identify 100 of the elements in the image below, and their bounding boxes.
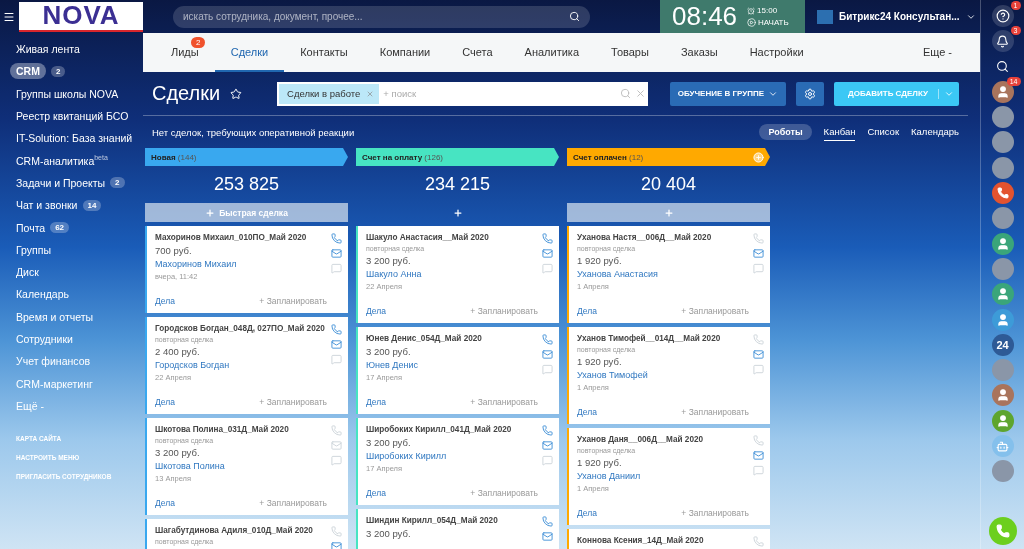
contact-link[interactable]: Махоринов Михаил (155, 259, 327, 269)
phone-icon[interactable] (331, 425, 342, 436)
mail-icon[interactable] (542, 531, 553, 542)
activities-link[interactable]: Дела (366, 306, 386, 316)
mail-icon[interactable] (331, 248, 342, 259)
contact-link[interactable]: Уханова Анастасия (577, 269, 749, 279)
phone-icon[interactable] (753, 435, 764, 446)
contact-link[interactable]: Шакуло Анна (366, 269, 538, 279)
deal-title[interactable]: Широбоких Кирилл_041Д_Май 2020 (366, 425, 538, 434)
photo-avatar[interactable] (991, 106, 1014, 129)
deal-title[interactable]: Шиндин Кирилл_054Д_Май 2020 (366, 516, 538, 525)
phone-icon[interactable] (753, 334, 764, 345)
activities-link[interactable]: Дела (155, 397, 175, 407)
activities-link[interactable]: Дела (155, 296, 175, 306)
photo-avatar[interactable] (991, 131, 1014, 154)
deal-title[interactable]: Махоринов Михаил_010ПО_Май 2020 (155, 233, 327, 242)
crm-tab[interactable]: Сделки (214, 33, 285, 72)
crm-tab[interactable]: Контакты (284, 33, 364, 72)
column-header[interactable]: Счет оплачен (12) (567, 148, 770, 166)
company-logo[interactable]: NOVA (19, 1, 143, 32)
clock-panel[interactable]: 08:46 15:00 НАЧАТЬ (660, 0, 805, 33)
mail-icon[interactable] (331, 440, 342, 451)
phone-icon[interactable] (331, 526, 342, 537)
help-button[interactable] (991, 5, 1014, 27)
phone-icon[interactable] (331, 233, 342, 244)
notifications-button[interactable] (991, 30, 1014, 53)
sidebar-item[interactable]: Время и отчеты (16, 310, 94, 323)
mail-icon[interactable] (542, 248, 553, 259)
phone-icon[interactable] (331, 324, 342, 335)
deal-title[interactable]: Шкотова Полина_031Д_Май 2020 (155, 425, 327, 434)
sidebar-item[interactable]: Живая лента (16, 43, 80, 56)
star-icon[interactable] (230, 86, 243, 101)
filter-field[interactable]: Сделки в работе + поиск (277, 81, 648, 106)
mail-icon[interactable] (331, 339, 342, 350)
mail-icon[interactable] (331, 541, 342, 549)
mail-icon[interactable] (542, 440, 553, 451)
menu-icon[interactable] (3, 10, 15, 23)
filter-chip[interactable]: Сделки в работе (279, 83, 380, 104)
sidebar-item[interactable]: Диск (16, 266, 39, 279)
sidebar-item[interactable]: CRM (10, 63, 46, 80)
deal-title[interactable]: Уханов Даня__006Д__Май 2020 (577, 435, 749, 444)
sidebar-item[interactable]: Реестр квитанций БСО (16, 110, 129, 123)
activities-link[interactable]: Дела (577, 508, 597, 518)
category-button[interactable]: ОБУЧЕНИЕ В ГРУППЕ (669, 81, 787, 106)
close-icon[interactable] (366, 89, 375, 98)
phone-button[interactable] (991, 182, 1014, 205)
search-field[interactable]: искать сотрудника, документ, прочее... (173, 5, 590, 28)
sidebar-item[interactable]: Задачи и Проекты (16, 176, 106, 189)
deal-title[interactable]: Уханова Настя__006Д__Май 2020 (577, 233, 749, 242)
activities-link[interactable]: Дела (577, 306, 597, 316)
deal-card[interactable]: Шиндин Кирилл_054Д_Май 2020 3 200 руб. (356, 509, 559, 549)
activities-link[interactable]: Дела (155, 498, 175, 508)
user-avatar[interactable] (991, 232, 1014, 255)
mail-icon[interactable] (542, 349, 553, 360)
view-tab[interactable]: Список (867, 123, 900, 141)
start-button[interactable]: НАЧАТЬ (747, 18, 789, 27)
crm-tab[interactable]: Заказы (664, 33, 734, 72)
sidebar-item[interactable]: Группы (16, 243, 51, 256)
phone-icon[interactable] (542, 334, 553, 345)
contact-link[interactable]: Уханов Тимофей (577, 370, 749, 380)
crm-tab[interactable]: Настройки (733, 33, 820, 72)
crm-tab[interactable]: Счета (446, 33, 509, 72)
chat-avatar[interactable]: 24 (991, 333, 1014, 356)
phone-icon[interactable] (542, 233, 553, 244)
photo-avatar[interactable] (991, 460, 1014, 483)
photo-avatar[interactable] (991, 156, 1014, 179)
sidebar-item[interactable]: CRM-аналитика$^{beta}$ (16, 154, 108, 167)
deal-title[interactable]: Юнев Денис_054Д_Май 2020 (366, 334, 538, 343)
column-header[interactable]: Новая (144) (145, 148, 348, 166)
deal-title[interactable]: Шакуло Анастасия__Май 2020 (366, 233, 538, 242)
activities-link[interactable]: Дела (366, 397, 386, 407)
call-button[interactable] (988, 517, 1017, 545)
view-tab[interactable]: Календарь (911, 123, 959, 141)
contact-link[interactable]: Уханов Даниил (577, 471, 749, 481)
crm-tab[interactable]: Еще - (906, 33, 968, 72)
settings-button[interactable] (796, 81, 825, 106)
deal-title[interactable]: Коннова Ксения_14Д_Май 2020 (577, 536, 749, 545)
search-icon[interactable] (619, 88, 631, 99)
sidebar-item[interactable]: Календарь (16, 288, 69, 301)
deal-card[interactable]: Коннова Ксения_14Д_Май 2020 (567, 529, 770, 549)
deal-title[interactable]: Городсков Богдан_048Д, 027ПО_Май 2020 (155, 324, 327, 333)
close-icon[interactable] (634, 88, 646, 99)
deal-title[interactable]: Уханов Тимофей__014Д__Май 2020 (577, 334, 749, 343)
phone-icon[interactable] (753, 536, 764, 547)
sidebar-item[interactable]: Группы школы NOVA (16, 87, 119, 100)
view-tab[interactable]: Канбан (823, 123, 856, 141)
phone-icon[interactable] (542, 516, 553, 527)
activities-link[interactable]: Дела (366, 488, 386, 498)
mail-icon[interactable] (753, 248, 764, 259)
mail-icon[interactable] (753, 450, 764, 461)
crm-tab[interactable]: Товары (595, 33, 665, 72)
deal-title[interactable]: Шагабутдинова Адиля_010Д_Май 2020 (155, 526, 327, 535)
crm-tab[interactable]: Аналитика (508, 33, 596, 72)
mail-icon[interactable] (753, 349, 764, 360)
user-menu[interactable]: Битрикс24 Консультан... (817, 9, 976, 24)
activities-link[interactable]: Дела (577, 407, 597, 417)
sidebar-item[interactable]: IT-Solution: База знаний (16, 132, 133, 145)
sidebar-item[interactable]: Чат и звонки (16, 199, 78, 212)
add-icon[interactable] (753, 151, 764, 163)
phone-icon[interactable] (542, 425, 553, 436)
